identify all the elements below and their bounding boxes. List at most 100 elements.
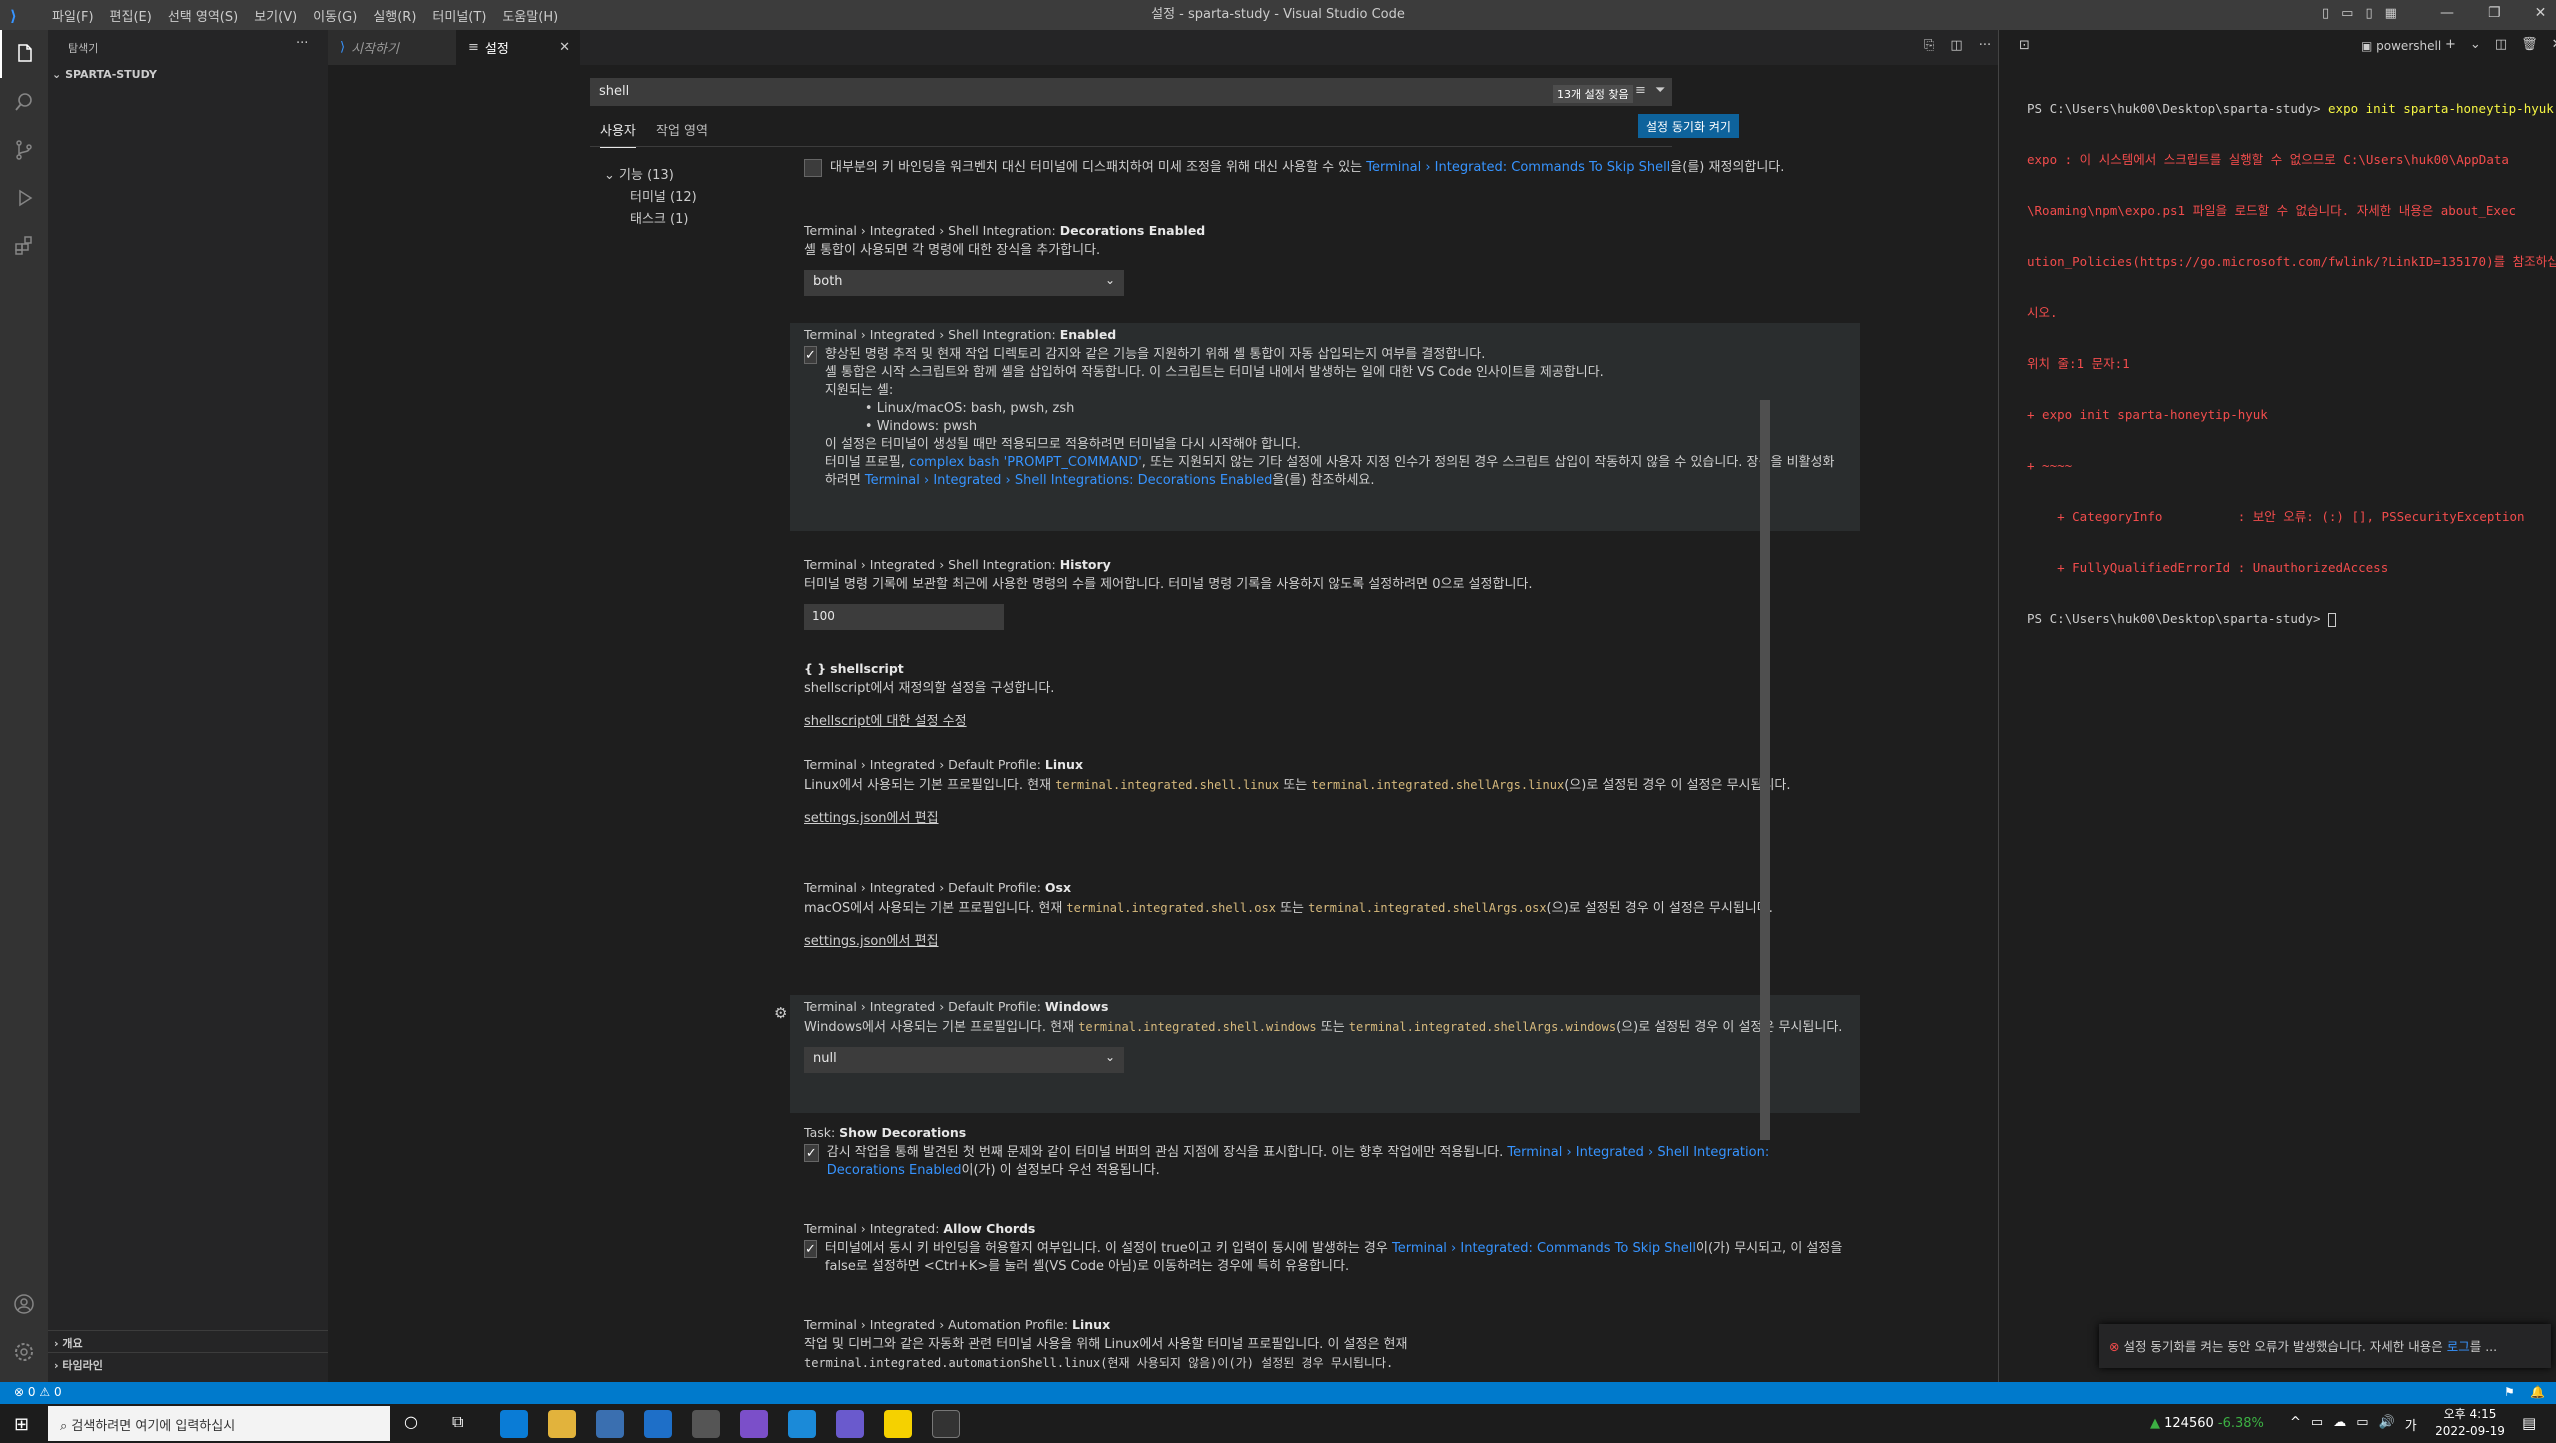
manage-gear-icon[interactable] <box>0 1328 48 1376</box>
checkbox[interactable] <box>804 159 822 177</box>
list-item: • Windows: pwsh <box>864 419 978 434</box>
windows-profile-dropdown[interactable]: null ⌄ <box>804 1047 1124 1073</box>
account-icon[interactable] <box>0 1280 48 1328</box>
explorer-icon[interactable] <box>0 30 48 78</box>
toggle-secondary-sidebar-icon[interactable]: ▯ <box>2365 6 2372 21</box>
more-actions-icon[interactable]: ··· <box>296 36 308 51</box>
settings-sync-button[interactable]: 설정 동기화 켜기 <box>1638 114 1739 138</box>
edit-shellscript-link[interactable]: shellscript에 대한 설정 수정 <box>804 710 1846 729</box>
split-terminal-icon[interactable]: ◫ <box>2495 37 2507 52</box>
activity-bar <box>0 30 48 1382</box>
scope-tab-user[interactable]: 사용자 <box>600 120 636 148</box>
settings-search-input[interactable]: shell 13개 설정 찾음 ≡ ⏷ <box>590 78 1672 106</box>
close-panel-icon[interactable]: ✕ <box>2552 37 2556 52</box>
scrollbar-thumb[interactable] <box>1760 400 1770 1140</box>
chevron-right-icon: › <box>54 1359 59 1372</box>
extensions-icon[interactable] <box>0 222 48 270</box>
file-explorer-taskbar-icon[interactable] <box>548 1410 576 1438</box>
run-debug-icon[interactable] <box>0 174 48 222</box>
toggle-sidebar-icon[interactable]: ▯ <box>2322 6 2329 21</box>
task-view-icon[interactable]: ⧉ <box>452 1412 463 1432</box>
stock-widget[interactable]: ▲ 124560 -6.38% <box>2150 1416 2264 1431</box>
new-terminal-icon[interactable]: + <box>2445 37 2456 52</box>
ime-indicator[interactable]: 가 <box>2405 1415 2417 1434</box>
mail-taskbar-icon[interactable] <box>644 1410 672 1438</box>
chrome-taskbar-icon[interactable] <box>836 1410 864 1438</box>
outline-section[interactable]: › 개요 <box>48 1330 328 1352</box>
feedback-icon[interactable]: ⚑ <box>2504 1385 2515 1399</box>
menu-selection[interactable]: 선택 영역(S) <box>160 6 246 25</box>
game-taskbar-icon[interactable] <box>692 1410 720 1438</box>
filter-icon[interactable]: ⏷ <box>1655 83 1665 98</box>
setting-gear-icon[interactable]: ⚙ <box>774 1004 787 1022</box>
history-input[interactable]: 100 <box>804 604 1004 630</box>
toc-features[interactable]: ⌄ 기능 (13) <box>604 164 674 183</box>
minimize-icon[interactable]: — <box>2440 5 2454 21</box>
edit-in-settings-json-link[interactable]: settings.json에서 편집 <box>804 930 1846 949</box>
terminal-taskbar-icon[interactable] <box>932 1410 960 1438</box>
setting-shell-integration-history: Terminal › Integrated › Shell Integratio… <box>790 553 1860 644</box>
edit-in-settings-json-link[interactable]: settings.json에서 편집 <box>804 807 1846 826</box>
menu-go[interactable]: 이동(G) <box>305 6 365 25</box>
setting-link[interactable]: Terminal › Integrated: Commands To Skip … <box>1392 1241 1696 1256</box>
menu-terminal[interactable]: 터미널(T) <box>424 6 494 25</box>
windows-start-icon[interactable]: ⊞ <box>14 1414 29 1435</box>
timeline-section[interactable]: › 타임라인 <box>48 1352 328 1374</box>
customize-layout-icon[interactable]: ▦ <box>2385 6 2397 21</box>
problems-indicator[interactable]: ⊗ 0 ⚠ 0 <box>14 1385 62 1399</box>
visual-studio-taskbar-icon[interactable] <box>740 1410 768 1438</box>
restore-icon[interactable]: ❐ <box>2488 5 2501 21</box>
chevron-down-icon: ⌄ <box>604 168 620 183</box>
open-json-icon[interactable]: ⎘ <box>1924 38 1934 53</box>
checkbox-checked[interactable]: ✓ <box>804 1240 817 1258</box>
cortana-icon[interactable]: ○ <box>404 1412 418 1431</box>
scope-tab-workspace[interactable]: 작업 영역 <box>656 120 708 139</box>
cloud-icon[interactable]: ☁ <box>2333 1415 2346 1434</box>
toggle-panel-icon[interactable]: ▭ <box>2341 6 2353 21</box>
menu-run[interactable]: 실행(R) <box>365 6 424 25</box>
close-window-icon[interactable]: ✕ <box>2535 5 2547 21</box>
folder-header[interactable]: ⌄ SPARTA-STUDY <box>52 68 324 81</box>
notifications-bell-icon[interactable]: 🔔 <box>2530 1385 2545 1399</box>
checkbox-checked[interactable]: ✓ <box>804 1144 819 1162</box>
split-editor-icon[interactable]: ◫ <box>1950 38 1962 53</box>
log-link[interactable]: 로그 <box>2447 1339 2470 1354</box>
tab-settings[interactable]: ≡ 설정 ✕ <box>456 30 580 65</box>
edge-taskbar-icon[interactable] <box>500 1410 528 1438</box>
sidebar-title: 탐색기 <box>68 42 99 55</box>
decorations-dropdown[interactable]: both ⌄ <box>804 270 1124 296</box>
display-icon[interactable]: ▭ <box>2356 1415 2368 1434</box>
more-editor-actions-icon[interactable]: ··· <box>1979 38 1991 53</box>
checkbox-checked[interactable]: ✓ <box>804 346 817 364</box>
setting-link[interactable]: complex bash 'PROMPT_COMMAND' <box>909 455 1142 470</box>
taskbar-search-input[interactable]: ⌕ 검색하려면 여기에 입력하십시 <box>48 1406 390 1441</box>
volume-icon[interactable]: 🔊 <box>2379 1415 2395 1434</box>
clock[interactable]: 오후 4:15 2022-09-19 <box>2430 1406 2510 1440</box>
vscode-taskbar-icon[interactable] <box>788 1410 816 1438</box>
chevron-up-icon[interactable]: ^ <box>2290 1415 2301 1434</box>
menu-file[interactable]: 파일(F) <box>44 6 102 25</box>
launch-profile-icon[interactable]: ⌄ <box>2470 37 2481 52</box>
menu-edit[interactable]: 편집(E) <box>102 6 160 25</box>
source-control-icon[interactable] <box>0 126 48 174</box>
error-notification[interactable]: ⊗ 설정 동기화를 켜는 동안 오류가 발생했습니다. 자세한 내용은 로그를 … <box>2099 1324 2551 1368</box>
setting-link[interactable]: Terminal › Integrated › Shell Integratio… <box>865 473 1272 488</box>
terminal-toggle-icon[interactable]: ⊡ <box>2019 38 2030 53</box>
search-icon[interactable] <box>0 78 48 126</box>
tab-welcome[interactable]: ⟩ 시작하기 <box>328 30 456 65</box>
settings-tab-icon: ≡ <box>468 40 479 55</box>
menu-help[interactable]: 도움말(H) <box>494 6 566 25</box>
toc-terminal[interactable]: 터미널 (12) <box>630 186 697 205</box>
kill-terminal-icon[interactable]: 🗑 <box>2521 37 2538 52</box>
terminal-output[interactable]: PS C:\Users\huk00\Desktop\sparta-study> … <box>2027 66 2556 661</box>
terminal-shell-selector[interactable]: ▣ powershell <box>2361 39 2441 53</box>
close-tab-icon[interactable]: ✕ <box>559 40 570 55</box>
menu-view[interactable]: 보기(V) <box>246 6 305 25</box>
network-icon[interactable]: ▭ <box>2311 1415 2323 1434</box>
toc-task[interactable]: 태스크 (1) <box>630 208 688 227</box>
action-center-icon[interactable]: ▤ <box>2522 1414 2536 1432</box>
setting-link[interactable]: Terminal › Integrated: Commands To Skip … <box>1366 160 1670 175</box>
store-taskbar-icon[interactable] <box>596 1410 624 1438</box>
kakaotalk-taskbar-icon[interactable] <box>884 1410 912 1438</box>
clear-filter-icon[interactable]: ≡ <box>1635 83 1646 98</box>
